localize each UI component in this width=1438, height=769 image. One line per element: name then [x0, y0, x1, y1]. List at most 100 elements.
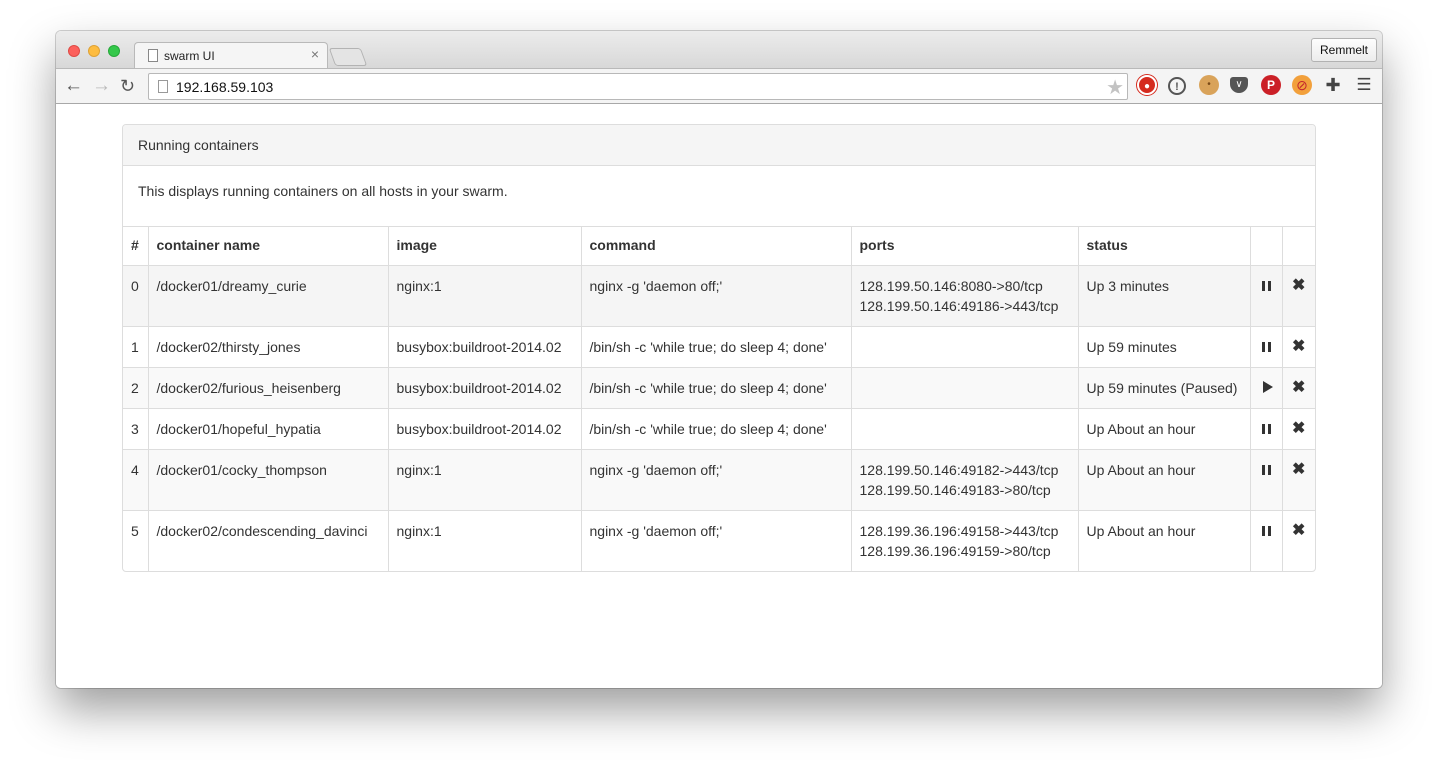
play-button[interactable] — [1250, 367, 1283, 409]
minimize-window-button[interactable] — [88, 45, 100, 57]
panel-description: This displays running containers on all … — [123, 166, 1315, 227]
containers-panel: Running containers This displays running… — [122, 124, 1316, 572]
column-header-command: command — [581, 227, 852, 266]
container-ports — [851, 326, 1079, 368]
tab-title: swarm UI — [164, 49, 215, 63]
container-image: busybox:buildroot-2014.02 — [388, 367, 582, 409]
pause-button[interactable] — [1250, 326, 1283, 368]
address-bar[interactable]: 192.168.59.103 ★ — [148, 73, 1128, 100]
close-icon: ✖ — [1292, 277, 1306, 294]
column-header-ports: ports — [851, 227, 1079, 266]
remove-button[interactable]: ✖ — [1282, 367, 1315, 409]
remove-button[interactable]: ✖ — [1282, 408, 1315, 450]
container-name: /docker01/dreamy_curie — [148, 265, 389, 327]
browser-tab[interactable]: swarm UI × — [134, 42, 328, 69]
close-icon: ✖ — [1292, 461, 1306, 478]
tab-strip: swarm UI × Remmelt — [56, 31, 1382, 69]
blocked-extension-icon[interactable]: ⊘ — [1292, 75, 1312, 95]
pause-icon — [1261, 526, 1271, 536]
port-mapping: 128.199.36.196:49159->80/tcp — [859, 543, 1051, 559]
pause-icon — [1261, 342, 1271, 352]
bookmark-star-icon[interactable]: ★ — [1106, 75, 1124, 100]
container-command: /bin/sh -c 'while true; do sleep 4; done… — [581, 367, 852, 409]
containers-table: # container name image command ports sta… — [123, 227, 1315, 571]
table-header-row: # container name image command ports sta… — [123, 227, 1315, 266]
column-header-index: # — [123, 227, 149, 266]
pause-button[interactable] — [1250, 510, 1283, 571]
tab-close-icon[interactable]: × — [311, 46, 319, 62]
container-image: nginx:1 — [388, 449, 582, 511]
column-header-status: status — [1078, 227, 1251, 266]
container-name: /docker01/hopeful_hypatia — [148, 408, 389, 450]
column-header-image: image — [388, 227, 582, 266]
info-extension-icon[interactable]: ! — [1168, 77, 1186, 95]
new-tab-button[interactable] — [328, 48, 368, 66]
table-row: 4 /docker01/cocky_thompson nginx:1 nginx… — [123, 449, 1315, 511]
page-content: Running containers This displays running… — [56, 104, 1382, 688]
row-index: 1 — [123, 326, 149, 368]
container-image: busybox:buildroot-2014.02 — [388, 408, 582, 450]
pause-button[interactable] — [1250, 449, 1283, 511]
stop-extension-icon[interactable]: ● — [1137, 75, 1157, 95]
page-icon — [148, 49, 158, 62]
row-index: 2 — [123, 367, 149, 409]
zoom-window-button[interactable] — [108, 45, 120, 57]
container-ports: 128.199.36.196:49158->443/tcp 128.199.36.… — [851, 510, 1079, 571]
table-row: 2 /docker02/furious_heisenberg busybox:b… — [123, 367, 1315, 409]
table-row: 0 /docker01/dreamy_curie nginx:1 nginx -… — [123, 265, 1315, 327]
page-icon — [158, 80, 168, 93]
remove-button[interactable]: ✖ — [1282, 326, 1315, 368]
crosshair-extension-icon[interactable]: ✚ — [1323, 75, 1343, 95]
container-command: /bin/sh -c 'while true; do sleep 4; done… — [581, 326, 852, 368]
container-status: Up 59 minutes (Paused) — [1078, 367, 1251, 409]
column-header-name: container name — [148, 227, 389, 266]
remove-button[interactable]: ✖ — [1282, 511, 1315, 572]
row-index: 4 — [123, 449, 149, 511]
close-icon: ✖ — [1292, 420, 1306, 437]
table-row: 5 /docker02/condescending_davinci nginx:… — [123, 510, 1315, 572]
container-ports — [851, 408, 1079, 450]
pocket-extension-icon[interactable]: ∨ — [1230, 77, 1248, 93]
table-row: 3 /docker01/hopeful_hypatia busybox:buil… — [123, 408, 1315, 450]
menu-icon[interactable]: ☰ — [1354, 75, 1374, 95]
container-image: busybox:buildroot-2014.02 — [388, 326, 582, 368]
column-header-action — [1250, 227, 1283, 266]
table-row: 1 /docker02/thirsty_jones busybox:buildr… — [123, 326, 1315, 368]
close-icon: ✖ — [1292, 522, 1306, 539]
container-image: nginx:1 — [388, 510, 582, 571]
cookie-extension-icon[interactable]: • — [1199, 75, 1219, 95]
reload-icon[interactable]: ↻ — [120, 75, 135, 97]
pause-button[interactable] — [1250, 408, 1283, 450]
url-text[interactable]: 192.168.59.103 — [176, 79, 273, 95]
port-mapping: 128.199.36.196:49158->443/tcp — [859, 523, 1059, 539]
profile-button[interactable]: Remmelt — [1310, 38, 1377, 62]
container-name: /docker02/thirsty_jones — [148, 326, 389, 368]
pause-button[interactable] — [1250, 265, 1283, 327]
pinterest-extension-icon[interactable]: P — [1261, 75, 1281, 95]
remove-button[interactable]: ✖ — [1282, 265, 1315, 327]
container-image: nginx:1 — [388, 265, 582, 327]
container-name: /docker02/condescending_davinci — [148, 510, 389, 571]
browser-window: swarm UI × Remmelt ← → ↻ 192.168.59.103 … — [56, 31, 1382, 688]
play-icon — [1263, 381, 1273, 393]
close-icon: ✖ — [1292, 379, 1306, 396]
pause-icon — [1261, 424, 1271, 434]
container-command: nginx -g 'daemon off;' — [581, 265, 852, 327]
container-name: /docker01/cocky_thompson — [148, 449, 389, 511]
container-status: Up 59 minutes — [1078, 326, 1251, 368]
container-ports — [851, 367, 1079, 409]
container-status: Up About an hour — [1078, 510, 1251, 571]
forward-arrow-icon[interactable]: → — [92, 75, 111, 97]
close-window-button[interactable] — [68, 45, 80, 57]
back-arrow-icon[interactable]: ← — [64, 75, 83, 97]
port-mapping: 128.199.50.146:49186->443/tcp — [859, 298, 1059, 314]
remove-button[interactable]: ✖ — [1282, 449, 1315, 511]
pause-icon — [1261, 465, 1271, 475]
container-command: nginx -g 'daemon off;' — [581, 449, 852, 511]
row-index: 0 — [123, 265, 149, 327]
container-status: Up 3 minutes — [1078, 265, 1251, 327]
row-index: 5 — [123, 510, 149, 571]
port-mapping: 128.199.50.146:8080->80/tcp — [859, 278, 1043, 294]
container-command: nginx -g 'daemon off;' — [581, 510, 852, 571]
port-mapping: 128.199.50.146:49183->80/tcp — [859, 482, 1051, 498]
